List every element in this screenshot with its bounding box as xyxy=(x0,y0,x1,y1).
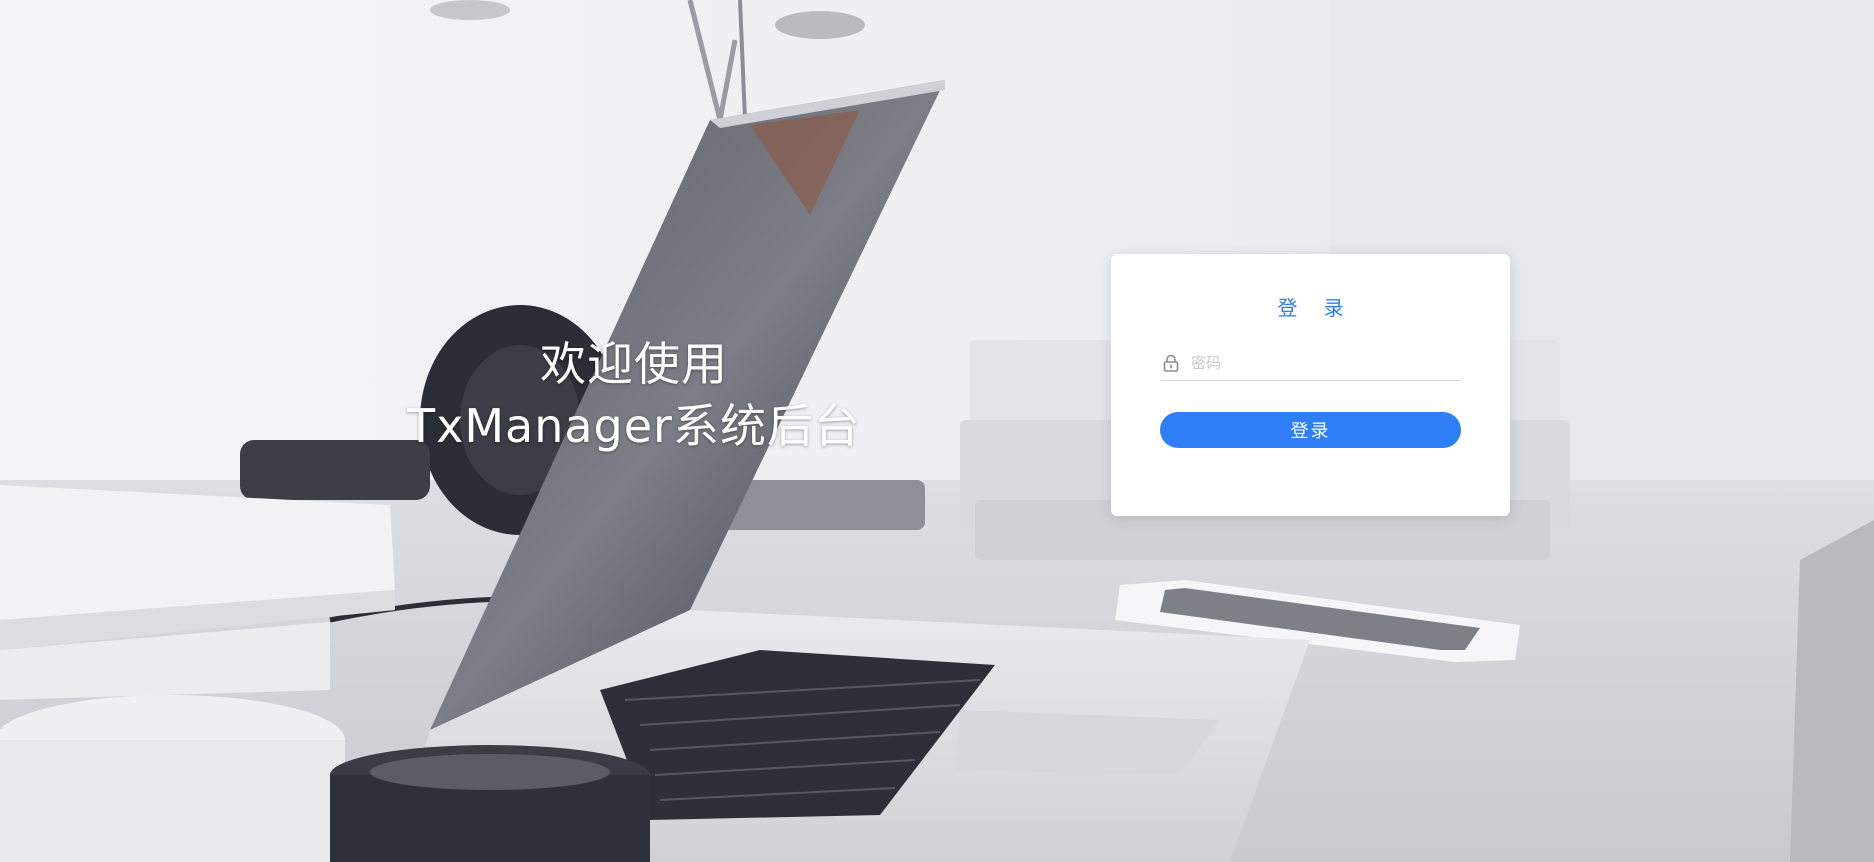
login-page: 欢迎使用 TxManager系统后台 登 录 登录 xyxy=(0,0,1874,862)
welcome-line-2: TxManager系统后台 xyxy=(407,399,861,453)
login-title: 登 录 xyxy=(1277,296,1354,320)
lock-icon xyxy=(1163,354,1179,372)
welcome-heading: 欢迎使用 TxManager系统后台 xyxy=(360,333,908,457)
background-image xyxy=(0,0,1874,862)
login-card: 登 录 登录 xyxy=(1111,254,1510,516)
password-input[interactable] xyxy=(1191,350,1459,376)
password-field xyxy=(1161,346,1461,381)
welcome-line-1: 欢迎使用 xyxy=(540,337,728,391)
login-button[interactable]: 登录 xyxy=(1160,412,1461,448)
